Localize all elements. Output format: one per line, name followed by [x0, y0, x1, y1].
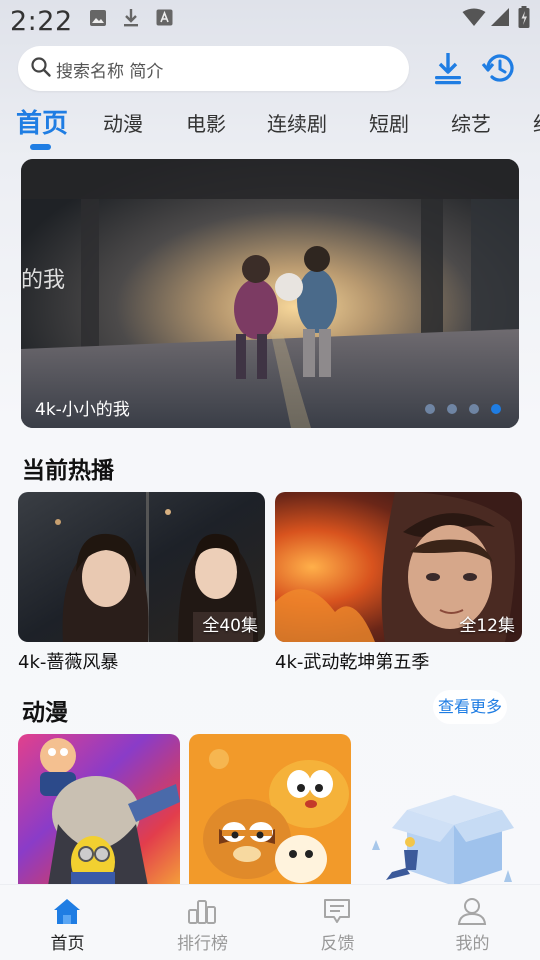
tab-home[interactable]: 首页 — [16, 103, 68, 140]
hot-section-title: 当前热播 — [22, 458, 114, 484]
search-icon — [31, 57, 51, 77]
search-placeholder: 搜索名称 简介 — [56, 62, 164, 82]
anime-section-title: 动漫 — [22, 700, 68, 726]
download-icon[interactable] — [430, 50, 466, 86]
carousel-dot-active[interactable] — [491, 404, 501, 414]
empty-placeholder — [362, 790, 520, 886]
poster-image — [18, 734, 180, 886]
nav-profile-label: 我的 — [455, 934, 490, 954]
home-icon — [54, 899, 80, 924]
banner-image: 的我 — [21, 159, 519, 428]
banner-caption: 4k-小小的我 — [35, 400, 130, 420]
hot-card-poster[interactable]: 全40集 — [18, 492, 265, 642]
ranking-icon — [188, 900, 216, 924]
carousel-dots — [425, 404, 501, 414]
search-bar[interactable]: 搜索名称 简介 — [18, 46, 409, 91]
tab-movie[interactable]: 电影 — [186, 108, 226, 137]
image-icon — [90, 10, 106, 26]
nav-feedback[interactable]: 反馈 — [270, 885, 405, 960]
tab-short-drama[interactable]: 短剧 — [369, 108, 409, 137]
banner-overlay-text: 的我 — [21, 268, 65, 293]
episode-badge: 全40集 — [202, 616, 258, 636]
nav-feedback-label: 反馈 — [320, 934, 355, 954]
anime-card-poster[interactable] — [18, 734, 180, 886]
anime-card-poster[interactable] — [189, 734, 351, 886]
tab-variety[interactable]: 综艺 — [451, 108, 491, 137]
battery-icon — [518, 6, 530, 28]
tab-documentary[interactable]: 纪 — [533, 108, 540, 137]
status-time: 2:22 — [10, 6, 73, 37]
bottom-nav: 首页 排行榜 反馈 我的 — [0, 884, 540, 960]
nav-profile[interactable]: 我的 — [405, 885, 540, 960]
category-tabs: 首页 动漫 电影 连续剧 短剧 综艺 纪 — [0, 100, 540, 152]
hot-card-poster[interactable]: 全12集 — [275, 492, 522, 642]
signal-icon — [491, 8, 509, 26]
profile-icon — [457, 898, 487, 925]
banner-carousel[interactable]: 的我 4k-小小的我 — [21, 159, 519, 428]
download-icon — [124, 9, 138, 27]
carousel-dot[interactable] — [447, 404, 457, 414]
episode-badge: 全12集 — [459, 616, 515, 636]
empty-box-icon — [372, 795, 514, 886]
nav-ranking-label: 排行榜 — [177, 934, 228, 954]
text-a-icon — [156, 9, 173, 26]
tab-series[interactable]: 连续剧 — [267, 108, 327, 137]
carousel-dot[interactable] — [469, 404, 479, 414]
feedback-icon — [324, 899, 350, 923]
tab-indicator — [30, 144, 51, 150]
status-bar: 2:22 — [0, 0, 540, 44]
hot-card-title[interactable]: 4k-武动乾坤第五季 — [275, 648, 429, 674]
nav-home[interactable]: 首页 — [0, 885, 135, 960]
poster-image — [189, 734, 351, 886]
see-more-button[interactable]: 查看更多 — [433, 690, 507, 724]
nav-ranking[interactable]: 排行榜 — [135, 885, 270, 960]
carousel-dot[interactable] — [425, 404, 435, 414]
history-icon[interactable] — [481, 50, 517, 86]
hot-card-title[interactable]: 4k-蔷薇风暴 — [18, 648, 118, 674]
tab-anime[interactable]: 动漫 — [103, 108, 143, 137]
wifi-icon — [462, 8, 486, 26]
nav-home-label: 首页 — [50, 934, 85, 954]
